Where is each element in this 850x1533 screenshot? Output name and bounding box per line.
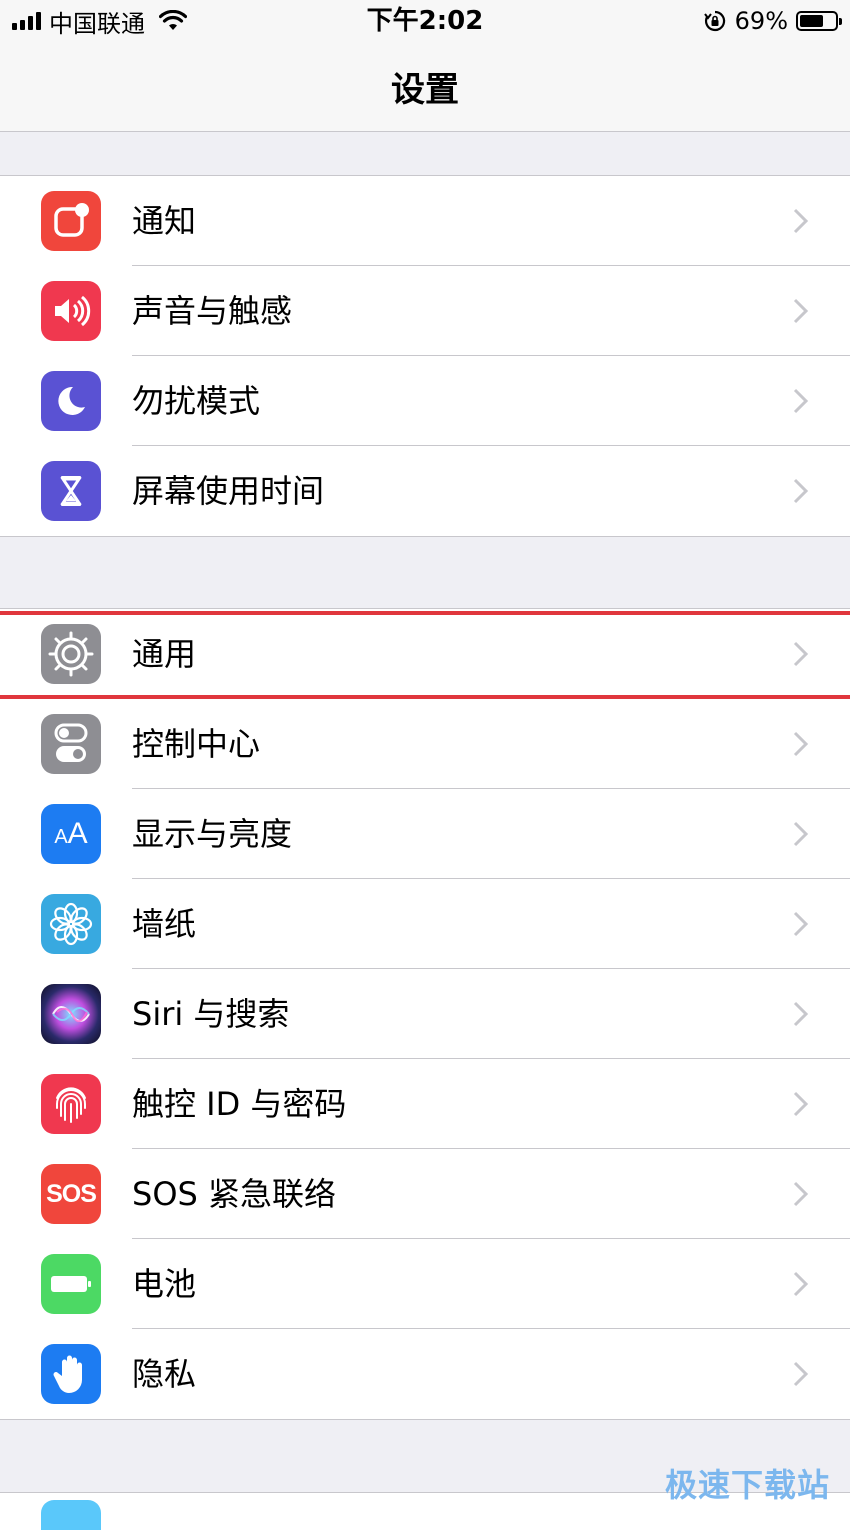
rotation-lock-icon [703, 10, 725, 32]
settings-row-battery[interactable]: 电池 [0, 1239, 850, 1329]
settings-row-wallpaper[interactable]: 墙纸 [0, 879, 850, 969]
app-icon [41, 1500, 101, 1530]
settings-row-label: Siri 与搜索 [132, 995, 290, 1033]
chevron-right-icon [793, 1001, 809, 1027]
chevron-right-icon [793, 478, 809, 504]
settings-row-emergency-sos[interactable]: SOS SOS 紧急联络 [0, 1149, 850, 1239]
moon-icon [41, 371, 101, 431]
toggle-icon [41, 714, 101, 774]
settings-row-screen-time[interactable]: 屏幕使用时间 [0, 446, 850, 536]
settings-row-do-not-disturb[interactable]: 勿扰模式 [0, 356, 850, 446]
settings-row-control-center[interactable]: 控制中心 [0, 699, 850, 789]
settings-group-1: 通知 声音与触感 勿扰模式 屏幕使用时间 [0, 175, 850, 537]
settings-row-label: 勿扰模式 [132, 382, 261, 420]
chevron-right-icon [793, 388, 809, 414]
highlight-bottom-line [0, 695, 850, 699]
chevron-right-icon [793, 641, 809, 667]
settings-row-label: 隐私 [132, 1355, 197, 1393]
settings-row-label: 触控 ID 与密码 [132, 1085, 347, 1123]
sos-icon: SOS [41, 1164, 101, 1224]
navigation-bar: 设置 [0, 44, 850, 132]
sound-icon [41, 281, 101, 341]
notifications-icon [41, 191, 101, 251]
watermark: 极速下载站 [664, 1466, 830, 1504]
settings-row-privacy[interactable]: 隐私 [0, 1329, 850, 1419]
settings-row-label: 电池 [132, 1265, 197, 1303]
highlight-top-line [0, 611, 850, 615]
settings-row-sounds[interactable]: 声音与触感 [0, 266, 850, 356]
page-title: 设置 [391, 70, 459, 110]
settings-group-2: 通用 控制中心 AA 显示与亮度 墙纸 Siri 与搜索 触控 ID 与密码 S… [0, 608, 850, 1420]
settings-row-label: 控制中心 [132, 725, 261, 763]
battery-percent: 69% [734, 7, 788, 35]
settings-row-label: 墙纸 [132, 905, 197, 943]
chevron-right-icon [793, 731, 809, 757]
text-size-glyph: A [67, 817, 88, 850]
hand-icon [41, 1344, 101, 1404]
chevron-right-icon [793, 1361, 809, 1387]
fingerprint-icon [41, 1074, 101, 1134]
siri-icon [41, 984, 101, 1044]
settings-row-notifications[interactable]: 通知 [0, 176, 850, 266]
hourglass-icon [41, 461, 101, 521]
settings-row-siri-search[interactable]: Siri 与搜索 [0, 969, 850, 1059]
settings-row-touch-id[interactable]: 触控 ID 与密码 [0, 1059, 850, 1149]
sos-glyph: SOS [46, 1179, 97, 1208]
status-right: 69% [703, 6, 842, 36]
flower-icon [41, 894, 101, 954]
chevron-right-icon [793, 1091, 809, 1117]
settings-row-label: 通知 [132, 202, 197, 240]
chevron-right-icon [793, 1271, 809, 1297]
status-bar: 中国联通 下午2:02 69% [0, 0, 850, 44]
settings-row-label: 通用 [132, 635, 197, 673]
text-size-icon: AA [41, 804, 101, 864]
gear-icon [41, 624, 101, 684]
chevron-right-icon [793, 821, 809, 847]
settings-row-label: 声音与触感 [132, 292, 293, 330]
settings-row-label: 显示与亮度 [132, 815, 293, 853]
settings-row-general[interactable]: 通用 [0, 609, 850, 699]
settings-row-display-brightness[interactable]: AA 显示与亮度 [0, 789, 850, 879]
chevron-right-icon [793, 208, 809, 234]
battery-status-icon [796, 11, 842, 31]
settings-row-label: SOS 紧急联络 [132, 1175, 336, 1213]
chevron-right-icon [793, 1181, 809, 1207]
chevron-right-icon [793, 298, 809, 324]
battery-icon [41, 1254, 101, 1314]
settings-row-label: 屏幕使用时间 [132, 472, 325, 510]
chevron-right-icon [793, 911, 809, 937]
